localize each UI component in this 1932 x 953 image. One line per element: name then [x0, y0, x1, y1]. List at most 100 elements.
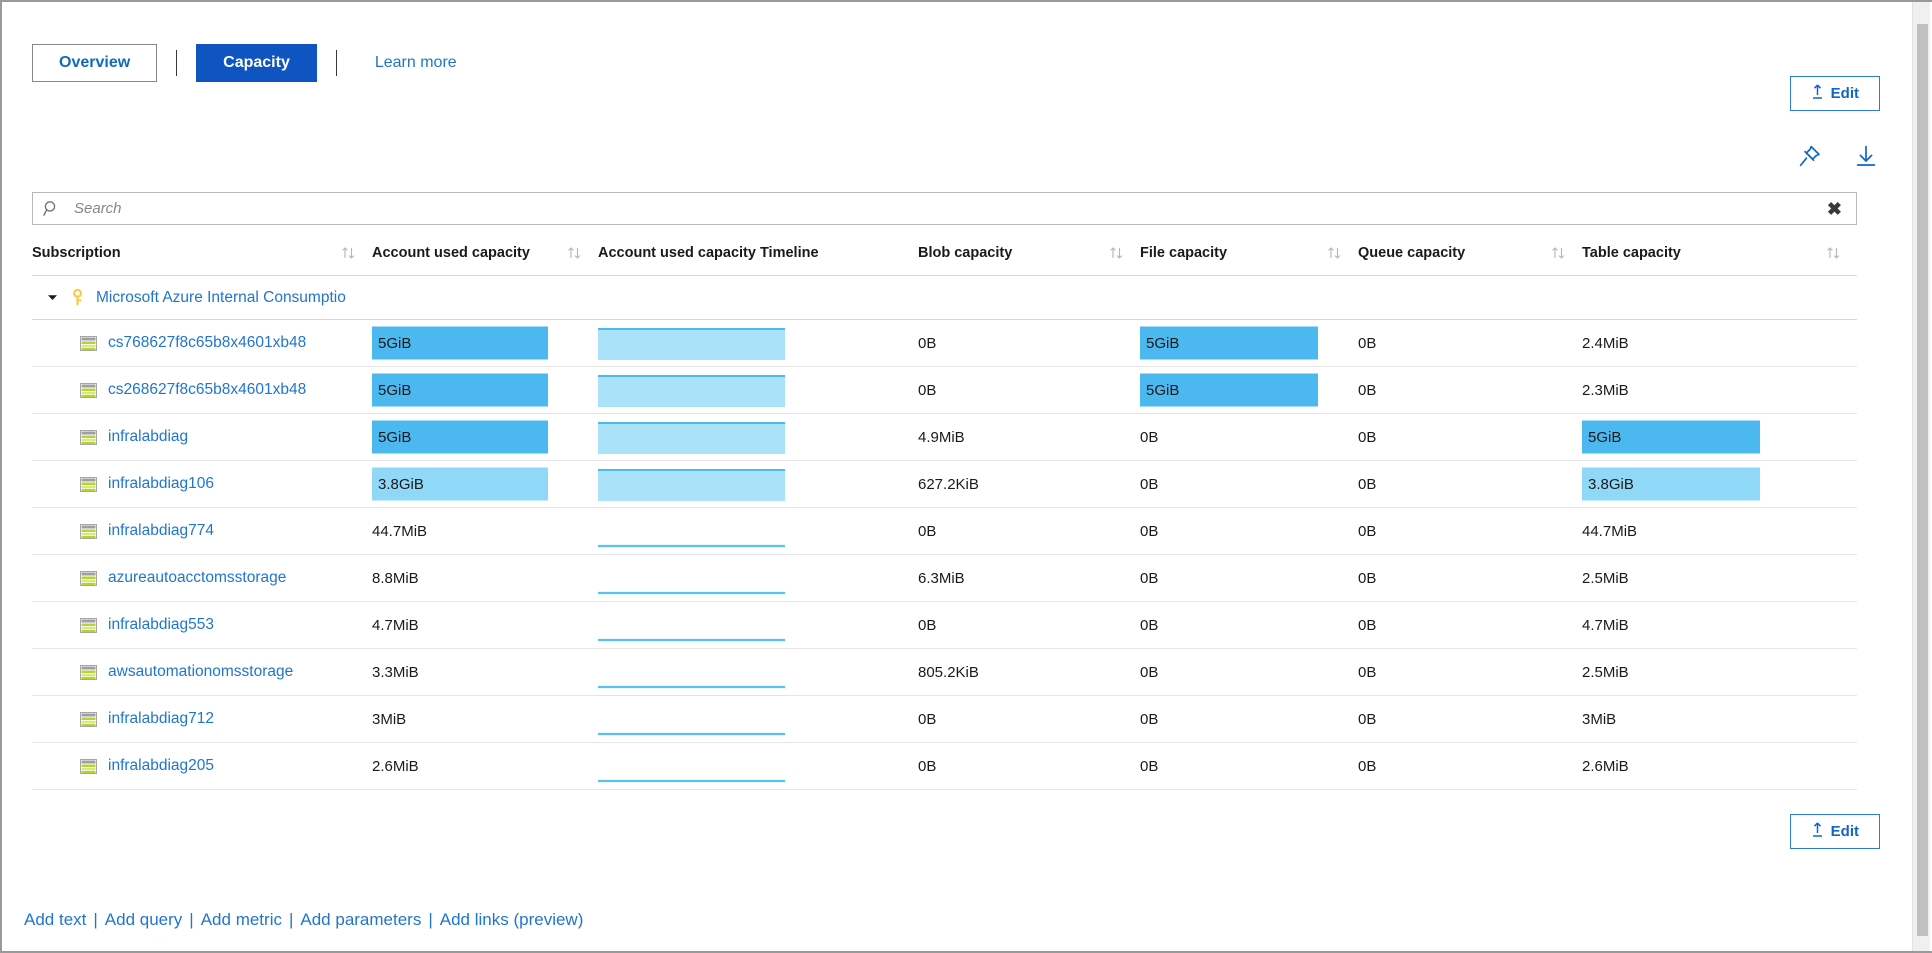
capacity-value: 0B: [918, 367, 1140, 413]
vertical-scrollbar[interactable]: [1912, 2, 1930, 951]
storage-account-link[interactable]: infralabdiag: [108, 428, 188, 446]
capacity-value: 3MiB: [372, 696, 598, 742]
column-header-blob-capacity[interactable]: Blob capacity: [918, 237, 1140, 276]
storage-account-link[interactable]: infralabdiag712: [108, 710, 214, 728]
table-row[interactable]: infralabdiag1063.8GiB627.2KiB0B0B3.8GiB: [32, 461, 1857, 508]
table-row[interactable]: cs268627f8c65b8x4601xb485GiB0B5GiB0B2.3M…: [32, 367, 1857, 414]
storage-account-link[interactable]: infralabdiag205: [108, 757, 214, 775]
capacity-value: 4.9MiB: [918, 414, 1140, 460]
table-row[interactable]: infralabdiag5GiB4.9MiB0B0B5GiB: [32, 414, 1857, 461]
table-row[interactable]: infralabdiag7123MiB0B0B0B3MiB: [32, 696, 1857, 743]
learn-more-link[interactable]: Learn more: [375, 54, 457, 72]
cell-table-capacity: 2.6MiB: [1582, 743, 1857, 790]
storage-account-icon: [80, 477, 97, 492]
capacity-value: 0B: [1140, 696, 1358, 742]
cell-subscription: infralabdiag774: [32, 508, 372, 555]
pencil-icon: [1811, 822, 1824, 841]
column-header-label: Account used capacity Timeline: [598, 245, 819, 261]
cell-table-capacity: 2.5MiB: [1582, 649, 1857, 696]
footer-link-add-query[interactable]: Add query: [105, 910, 183, 930]
capacity-value: 2.3MiB: [1582, 367, 1857, 413]
storage-account-icon: [80, 524, 97, 539]
table-row[interactable]: infralabdiag77444.7MiB0B0B0B44.7MiB: [32, 508, 1857, 555]
sort-icon[interactable]: [1109, 246, 1124, 260]
column-header-table-capacity[interactable]: Table capacity: [1582, 237, 1857, 276]
tab-overview[interactable]: Overview: [32, 44, 157, 82]
capacity-value: 0B: [918, 508, 1140, 554]
column-header-account-used-capacity[interactable]: Account used capacity: [372, 237, 598, 276]
cell-account-used-capacity-timeline: [598, 414, 918, 461]
cell-account-used-capacity-timeline: [598, 649, 918, 696]
sort-icon[interactable]: [1327, 246, 1342, 260]
capacity-value: 2.6MiB: [372, 743, 598, 789]
table-row[interactable]: awsautomationomsstorage3.3MiB805.2KiB0B0…: [32, 649, 1857, 696]
storage-account-link[interactable]: infralabdiag106: [108, 475, 214, 493]
column-header-account-used-capacity-timeline[interactable]: Account used capacity Timeline: [598, 237, 918, 276]
footer-link-add-text[interactable]: Add text: [24, 910, 86, 930]
table-row[interactable]: cs768627f8c65b8x4601xb485GiB0B5GiB0B2.4M…: [32, 320, 1857, 367]
capacity-value: 0B: [1358, 555, 1582, 601]
storage-account-link[interactable]: azureautoacctomsstorage: [108, 569, 286, 587]
storage-account-link[interactable]: infralabdiag774: [108, 522, 214, 540]
storage-account-icon: [80, 336, 97, 351]
sort-icon[interactable]: [341, 246, 356, 260]
column-header-file-capacity[interactable]: File capacity: [1140, 237, 1358, 276]
column-header-queue-capacity[interactable]: Queue capacity: [1358, 237, 1582, 276]
cell-queue-capacity: 0B: [1358, 367, 1582, 414]
pin-icon[interactable]: [1798, 144, 1822, 168]
chevron-down-icon[interactable]: [46, 291, 59, 304]
table-row[interactable]: infralabdiag2052.6MiB0B0B0B2.6MiB: [32, 743, 1857, 790]
footer-link-add-parameters[interactable]: Add parameters: [300, 910, 421, 930]
cell-account-used-capacity: 5GiB: [372, 320, 598, 367]
cell-file-capacity: 0B: [1140, 508, 1358, 555]
cell-table-capacity: 2.3MiB: [1582, 367, 1857, 414]
cell-table-capacity: 4.7MiB: [1582, 602, 1857, 649]
capacity-value: 6.3MiB: [918, 555, 1140, 601]
tab-divider-1: [176, 50, 177, 76]
edit-button-top[interactable]: Edit: [1790, 76, 1880, 111]
cell-account-used-capacity: 8.8MiB: [372, 555, 598, 602]
capacity-value: 5GiB: [1140, 320, 1358, 366]
capacity-value: 0B: [1140, 414, 1358, 460]
subscription-group-label[interactable]: Microsoft Azure Internal Consumptio: [96, 289, 346, 307]
storage-account-icon: [80, 618, 97, 633]
cell-account-used-capacity-timeline: [598, 320, 918, 367]
scrollbar-thumb[interactable]: [1917, 24, 1928, 936]
table-row[interactable]: infralabdiag5534.7MiB0B0B0B4.7MiB: [32, 602, 1857, 649]
capacity-value: 3MiB: [1582, 696, 1857, 742]
cell-subscription: infralabdiag106: [32, 461, 372, 508]
storage-account-link[interactable]: cs768627f8c65b8x4601xb48: [108, 334, 306, 352]
sort-icon[interactable]: [567, 246, 582, 260]
capacity-value: 0B: [1358, 414, 1582, 460]
subscription-group-row[interactable]: Microsoft Azure Internal Consumptio: [32, 276, 1857, 320]
cell-table-capacity: 2.4MiB: [1582, 320, 1857, 367]
capacity-value: 0B: [1140, 743, 1358, 789]
tab-capacity[interactable]: Capacity: [196, 44, 317, 82]
search-input[interactable]: [72, 199, 1823, 218]
footer-link-add-metric[interactable]: Add metric: [201, 910, 282, 930]
cell-table-capacity: 5GiB: [1582, 414, 1857, 461]
cell-blob-capacity: 627.2KiB: [918, 461, 1140, 508]
storage-account-link[interactable]: infralabdiag553: [108, 616, 214, 634]
capacity-value: 3.8GiB: [1582, 461, 1857, 507]
edit-button-bottom[interactable]: Edit: [1790, 814, 1880, 849]
storage-account-link[interactable]: awsautomationomsstorage: [108, 663, 293, 681]
capacity-value: 0B: [1358, 649, 1582, 695]
view-tabs: Overview Capacity Learn more: [32, 44, 457, 82]
storage-account-link[interactable]: cs268627f8c65b8x4601xb48: [108, 381, 306, 399]
cell-file-capacity: 0B: [1140, 555, 1358, 602]
cell-table-capacity: 3MiB: [1582, 696, 1857, 743]
cell-account-used-capacity: 2.6MiB: [372, 743, 598, 790]
storage-account-icon: [80, 383, 97, 398]
search-bar[interactable]: ✖: [32, 192, 1857, 225]
download-icon[interactable]: [1854, 144, 1878, 168]
footer-separator: |: [189, 910, 193, 930]
table-row[interactable]: azureautoacctomsstorage8.8MiB6.3MiB0B0B2…: [32, 555, 1857, 602]
sort-icon[interactable]: [1551, 246, 1566, 260]
sort-icon[interactable]: [1826, 246, 1841, 260]
cell-blob-capacity: 0B: [918, 696, 1140, 743]
column-header-subscription[interactable]: Subscription: [32, 237, 372, 276]
search-clear-icon[interactable]: ✖: [1823, 200, 1846, 218]
footer-separator: |: [428, 910, 432, 930]
footer-link-add-links-preview[interactable]: Add links (preview): [440, 910, 584, 930]
